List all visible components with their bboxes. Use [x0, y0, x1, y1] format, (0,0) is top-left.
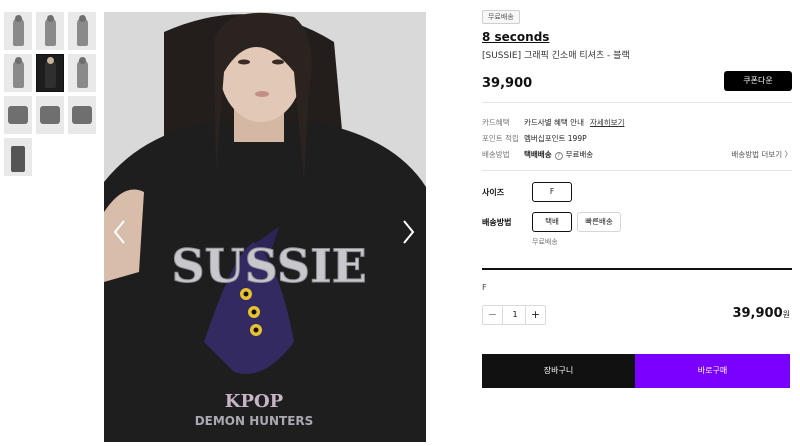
help-icon[interactable]: ? [554, 152, 563, 160]
thumbnail-2[interactable] [36, 12, 64, 50]
quantity-stepper: − 1 + [482, 305, 546, 325]
point-row: 포인트 적립 멤버십포인트 199P [482, 133, 792, 145]
shipping-key: 배송방법 [482, 150, 510, 159]
brand-link[interactable]: 8 seconds [482, 30, 549, 44]
selected-option-label: F [482, 283, 487, 292]
point-key: 포인트 적립 [482, 134, 519, 143]
quantity-plus-button[interactable]: + [525, 306, 545, 324]
card-benefit-value: 카드사별 혜택 안내 [524, 118, 584, 127]
point-value: 멤버십포인트 199P [524, 134, 587, 143]
main-product-image: SUSSIE KPOP DEMON HUNTERS [104, 12, 426, 442]
card-benefit-detail-link[interactable]: 자세히보기 [590, 118, 625, 127]
coupon-download-button[interactable]: 쿠폰다운 [724, 71, 792, 91]
card-benefit-row: 카드혜택 카드사별 혜택 안내 자세히보기 [482, 117, 792, 129]
product-name: [SUSSIE] 그래픽 긴소매 티셔츠 - 블랙 [482, 51, 630, 61]
quantity-minus-button[interactable]: − [483, 306, 503, 324]
card-benefit-key: 카드혜택 [482, 118, 510, 127]
shirt-print-line2: DEMON HUNTERS [195, 414, 314, 428]
thumbnail-3[interactable] [68, 12, 96, 50]
thumbnail-5-selected[interactable] [36, 54, 64, 92]
total-price: 39,900원 [732, 306, 790, 321]
delivery-label: 배송방법 [482, 218, 512, 227]
prev-image-arrow-icon[interactable] [110, 217, 130, 247]
size-option-f[interactable]: F [532, 182, 572, 202]
buy-now-button[interactable]: 바로구매 [635, 354, 790, 388]
chevron-right-circle-icon: 〉 [784, 150, 793, 159]
divider-strong [482, 268, 792, 270]
shipping-row: 배송방법 택배배송? 무료배송 배송방법 더보기 〉 [482, 149, 792, 161]
shirt-print-line1: KPOP [225, 391, 284, 412]
add-to-cart-button[interactable]: 장바구니 [482, 354, 635, 388]
thumbnail-8[interactable] [36, 96, 64, 134]
thumbnail-4[interactable] [4, 54, 32, 92]
free-shipping-badge: 무료배송 [482, 10, 520, 24]
quantity-value[interactable]: 1 [504, 306, 526, 324]
delivery-option-parcel[interactable]: 택배 [532, 212, 572, 232]
size-label: 사이즈 [482, 188, 505, 197]
currency-label: 원 [782, 310, 790, 319]
next-image-arrow-icon[interactable] [398, 217, 418, 247]
divider [482, 170, 792, 171]
product-price: 39,900 [482, 76, 533, 91]
delivery-note: 무료배송 [532, 238, 558, 246]
thumbnail-1[interactable] [4, 12, 32, 50]
shipping-method: 택배배송 [524, 150, 552, 159]
divider [482, 102, 792, 103]
delivery-option-fast[interactable]: 빠른배송 [577, 212, 621, 232]
shirt-print-text: SUSSIE [171, 239, 366, 293]
thumbnail-10[interactable] [4, 138, 32, 176]
shipping-more-link[interactable]: 배송방법 더보기 〉 [731, 149, 792, 160]
thumbnail-7[interactable] [4, 96, 32, 134]
shipping-free: 무료배송 [565, 150, 594, 159]
product-photo: SUSSIE KPOP DEMON HUNTERS [104, 12, 426, 442]
thumbnail-6[interactable] [68, 54, 96, 92]
thumbnail-9[interactable] [68, 96, 96, 134]
